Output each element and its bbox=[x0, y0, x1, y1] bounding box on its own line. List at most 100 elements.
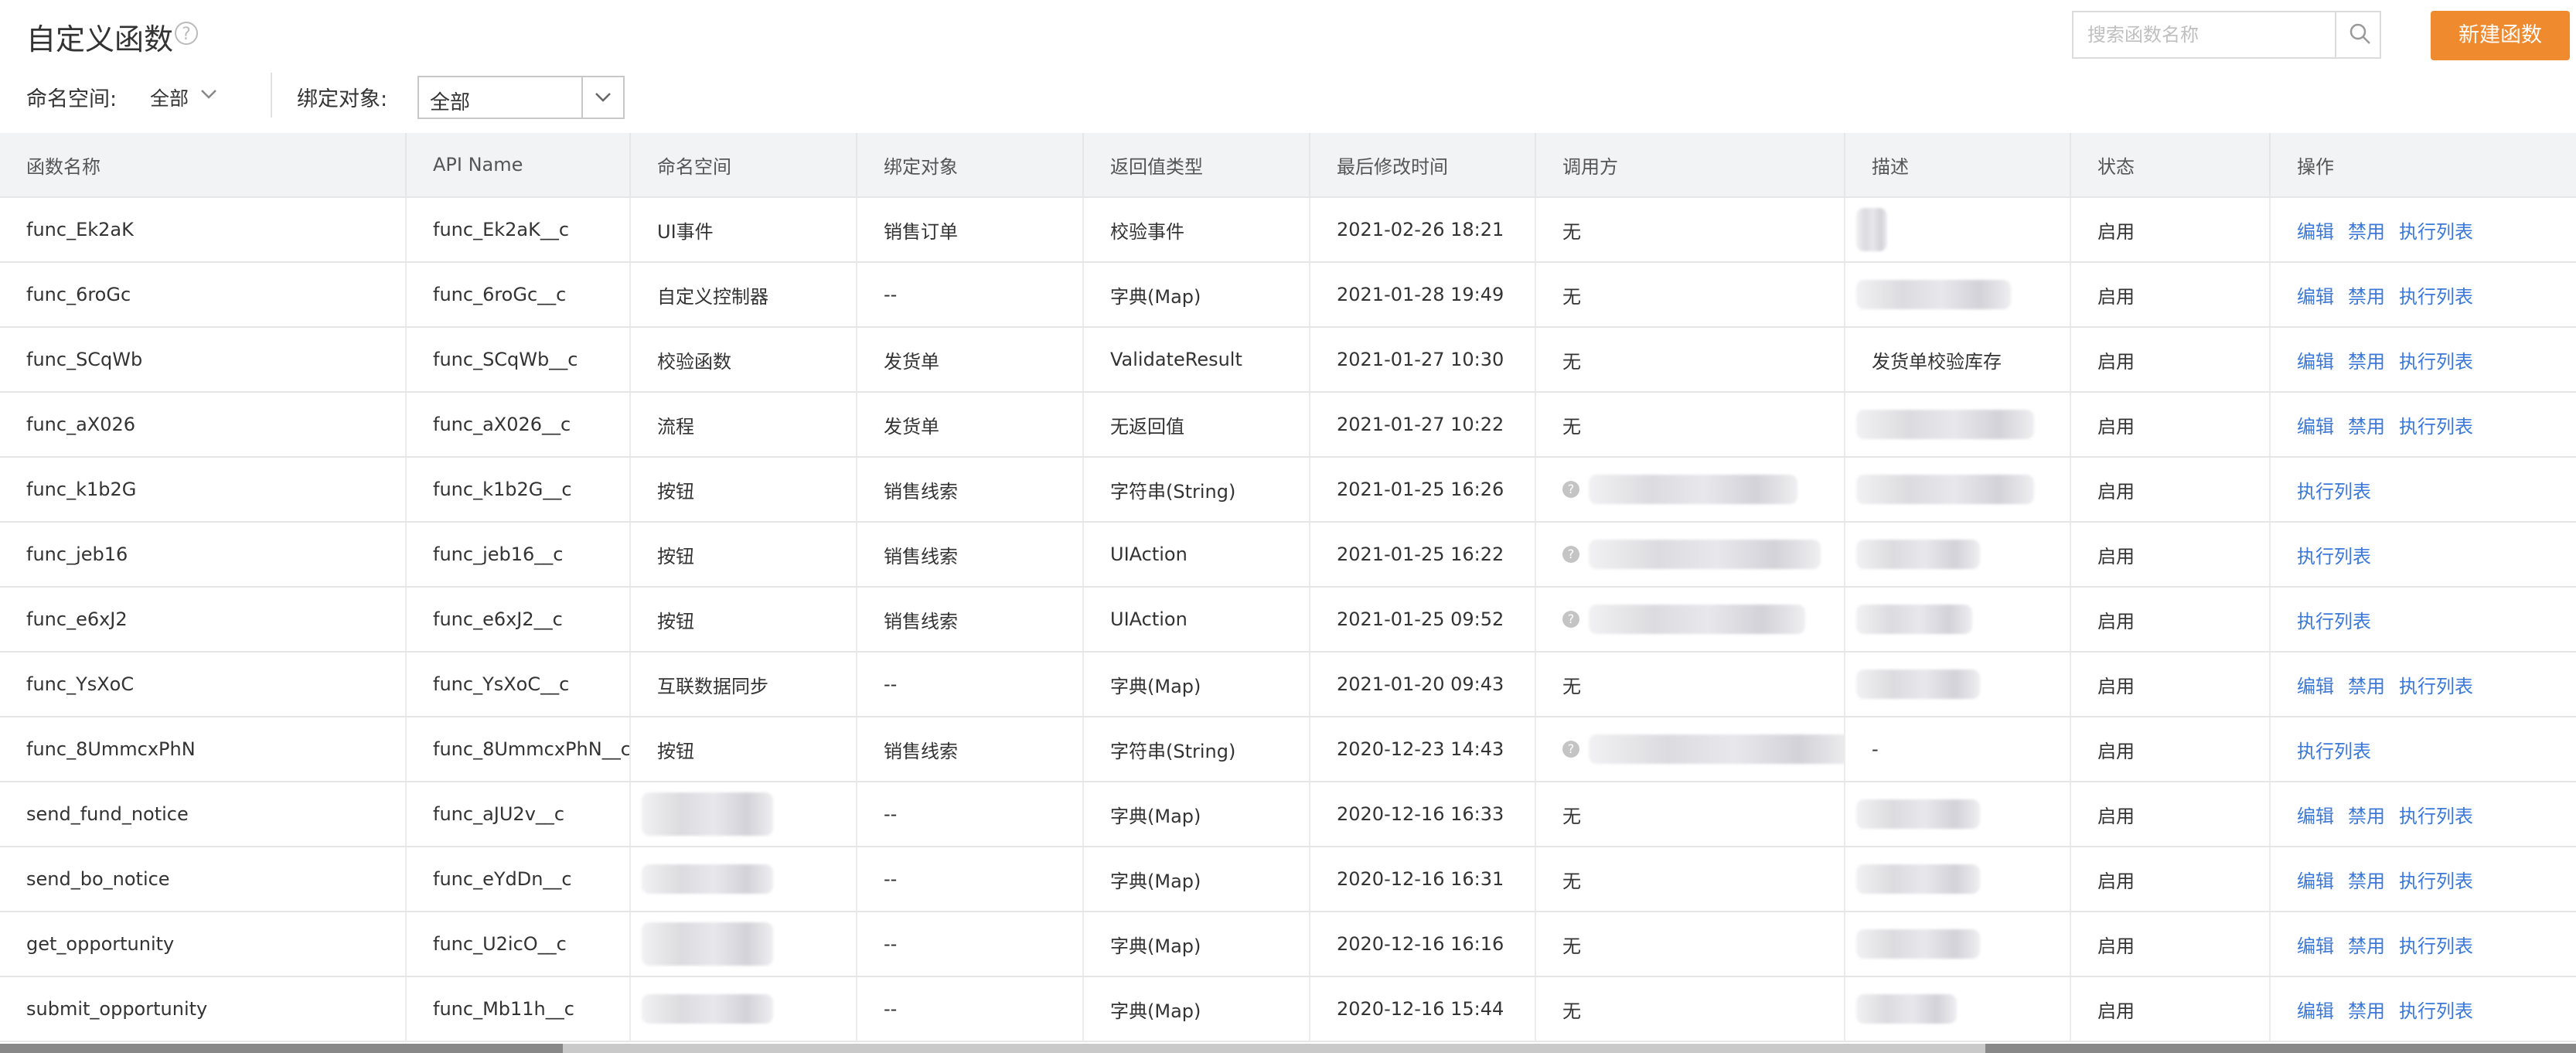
exec-list-link[interactable]: 执行列表 bbox=[2297, 611, 2371, 632]
search-input[interactable] bbox=[2073, 12, 2336, 57]
table-row[interactable]: func_Ek2aK func_Ek2aK__c UI事件 销售订单 校验事件 2021-… bbox=[0, 197, 2576, 263]
caller-cell: 无 bbox=[1535, 262, 1845, 328]
return-type-cell: 字典(Map) bbox=[1083, 847, 1310, 912]
description-cell bbox=[1845, 976, 2071, 1042]
exec-list-link[interactable]: 执行列表 bbox=[2399, 351, 2473, 373]
edit-link[interactable]: 编辑 bbox=[2297, 416, 2334, 438]
namespace-filter-value[interactable]: 全部 bbox=[150, 83, 189, 111]
redacted-content bbox=[1856, 799, 1980, 829]
exec-list-link[interactable]: 执行列表 bbox=[2399, 676, 2473, 697]
disable-link[interactable]: 禁用 bbox=[2348, 806, 2385, 827]
edit-link[interactable]: 编辑 bbox=[2297, 286, 2334, 308]
column-header: 返回值类型 bbox=[1083, 133, 1310, 198]
exec-list-link[interactable]: 执行列表 bbox=[2297, 546, 2371, 567]
exec-list-link[interactable]: 执行列表 bbox=[2399, 935, 2473, 957]
api-name-cell: func_eYdDn__c bbox=[406, 847, 631, 912]
description-cell bbox=[1845, 847, 2071, 912]
disable-link[interactable]: 禁用 bbox=[2348, 676, 2385, 697]
edit-link[interactable]: 编辑 bbox=[2297, 221, 2334, 243]
question-icon[interactable]: ? bbox=[1562, 546, 1579, 563]
exec-list-link[interactable]: 执行列表 bbox=[2399, 1000, 2473, 1022]
redacted-content bbox=[642, 864, 773, 894]
scrollbar-thumb[interactable] bbox=[563, 1044, 1985, 1053]
disable-link[interactable]: 禁用 bbox=[2348, 1000, 2385, 1022]
edit-link[interactable]: 编辑 bbox=[2297, 676, 2334, 697]
redacted-content bbox=[1589, 540, 1821, 569]
operations-cell: 编辑 禁用 执行列表 bbox=[2270, 327, 2576, 393]
exec-list-link[interactable]: 执行列表 bbox=[2297, 741, 2371, 762]
modified-time-cell: 2021-01-28 19:49 bbox=[1310, 262, 1536, 328]
exec-list-link[interactable]: 执行列表 bbox=[2399, 221, 2473, 243]
operations-cell: 编辑 禁用 执行列表 bbox=[2270, 392, 2576, 458]
page-title: 自定义函数 bbox=[26, 22, 174, 56]
bind-filter-select[interactable]: 全部 bbox=[417, 76, 625, 119]
disable-link[interactable]: 禁用 bbox=[2348, 871, 2385, 892]
return-type-cell: 校验事件 bbox=[1083, 197, 1310, 263]
redacted-content bbox=[642, 792, 773, 836]
table-row[interactable]: func_jeb16 func_jeb16__c 按钮 销售线索 UIAction 202… bbox=[0, 522, 2576, 588]
disable-link[interactable]: 禁用 bbox=[2348, 221, 2385, 243]
exec-list-link[interactable]: 执行列表 bbox=[2399, 286, 2473, 308]
column-header: API Name bbox=[406, 133, 631, 198]
exec-list-link[interactable]: 执行列表 bbox=[2399, 416, 2473, 438]
table-row[interactable]: func_YsXoC func_YsXoC__c 互联数据同步 -- 字典(Map) 20… bbox=[0, 652, 2576, 717]
api-name-cell: func_aJU2v__c bbox=[406, 782, 631, 847]
table-row[interactable]: func_SCqWb func_SCqWb__c 校验函数 发货单 ValidateRe… bbox=[0, 327, 2576, 393]
api-name-cell: func_YsXoC__c bbox=[406, 652, 631, 717]
caller-cell: 无 bbox=[1535, 392, 1845, 458]
edit-link[interactable]: 编辑 bbox=[2297, 1000, 2334, 1022]
caller-cell: ? bbox=[1535, 522, 1845, 588]
namespace-cell: 按钮 bbox=[630, 457, 857, 523]
table-row[interactable]: submit_opportunity func_Mb11h__c -- 字典(Map)… bbox=[0, 976, 2576, 1042]
disable-link[interactable]: 禁用 bbox=[2348, 935, 2385, 957]
select-divider bbox=[581, 77, 583, 118]
table-row[interactable]: func_8UmmcxPhN func_8UmmcxPhN__c 按钮 销售线索 字符串… bbox=[0, 717, 2576, 782]
edit-link[interactable]: 编辑 bbox=[2297, 935, 2334, 957]
caller-cell: 无 bbox=[1535, 652, 1845, 717]
function-name-cell: send_fund_notice bbox=[0, 782, 407, 847]
column-header: 绑定对象 bbox=[857, 133, 1084, 198]
chevron-down-icon[interactable] bbox=[199, 88, 218, 101]
modified-time-cell: 2021-01-25 16:26 bbox=[1310, 457, 1536, 523]
table-row[interactable]: get_opportunity func_U2icO__c -- 字典(Map) 202… bbox=[0, 912, 2576, 977]
function-name-cell: func_jeb16 bbox=[0, 522, 407, 588]
modified-time-cell: 2020-12-16 16:33 bbox=[1310, 782, 1536, 847]
table-row[interactable]: func_e6xJ2 func_e6xJ2__c 按钮 销售线索 UIAction 202… bbox=[0, 587, 2576, 653]
search-icon[interactable] bbox=[2348, 22, 2373, 46]
redacted-content bbox=[642, 922, 773, 966]
table-row[interactable]: func_k1b2G func_k1b2G__c 按钮 销售线索 字符串(String)… bbox=[0, 457, 2576, 523]
redacted-content bbox=[1856, 410, 2034, 439]
edit-link[interactable]: 编辑 bbox=[2297, 871, 2334, 892]
question-icon[interactable]: ? bbox=[1562, 741, 1579, 758]
api-name-cell: func_k1b2G__c bbox=[406, 457, 631, 523]
edit-link[interactable]: 编辑 bbox=[2297, 806, 2334, 827]
function-name-cell: func_6roGc bbox=[0, 262, 407, 328]
exec-list-link[interactable]: 执行列表 bbox=[2399, 871, 2473, 892]
exec-list-link[interactable]: 执行列表 bbox=[2297, 481, 2371, 503]
question-icon[interactable]: ? bbox=[1562, 611, 1579, 628]
question-icon[interactable]: ? bbox=[1562, 481, 1579, 498]
operations-cell: 编辑 禁用 执行列表 bbox=[2270, 262, 2576, 328]
namespace-cell: UI事件 bbox=[630, 197, 857, 263]
caller-cell: 无 bbox=[1535, 912, 1845, 977]
exec-list-link[interactable]: 执行列表 bbox=[2399, 806, 2473, 827]
edit-link[interactable]: 编辑 bbox=[2297, 351, 2334, 373]
bind-object-cell: 发货单 bbox=[857, 392, 1084, 458]
status-cell: 启用 bbox=[2070, 327, 2271, 393]
bind-filter-value: 全部 bbox=[430, 91, 471, 114]
bind-filter-label: 绑定对象: bbox=[297, 87, 388, 111]
table-row[interactable]: func_6roGc func_6roGc__c 自定义控制器 -- 字典(Map) 20… bbox=[0, 262, 2576, 328]
operations-cell: 编辑 禁用 执行列表 bbox=[2270, 976, 2576, 1042]
question-icon[interactable]: ? bbox=[175, 22, 198, 45]
table-row[interactable]: func_aX026 func_aX026__c 流程 发货单 无返回值 2021-01-… bbox=[0, 392, 2576, 458]
disable-link[interactable]: 禁用 bbox=[2348, 286, 2385, 308]
namespace-filter-label: 命名空间: bbox=[26, 87, 118, 111]
function-name-cell: submit_opportunity bbox=[0, 976, 407, 1042]
disable-link[interactable]: 禁用 bbox=[2348, 416, 2385, 438]
table-row[interactable]: send_fund_notice func_aJU2v__c -- 字典(Map) 20… bbox=[0, 782, 2576, 847]
operations-cell: 编辑 禁用 执行列表 bbox=[2270, 782, 2576, 847]
caller-cell: 无 bbox=[1535, 327, 1845, 393]
table-row[interactable]: send_bo_notice func_eYdDn__c -- 字典(Map) 2020… bbox=[0, 847, 2576, 912]
new-function-button[interactable]: 新建函数 bbox=[2431, 11, 2570, 60]
disable-link[interactable]: 禁用 bbox=[2348, 351, 2385, 373]
